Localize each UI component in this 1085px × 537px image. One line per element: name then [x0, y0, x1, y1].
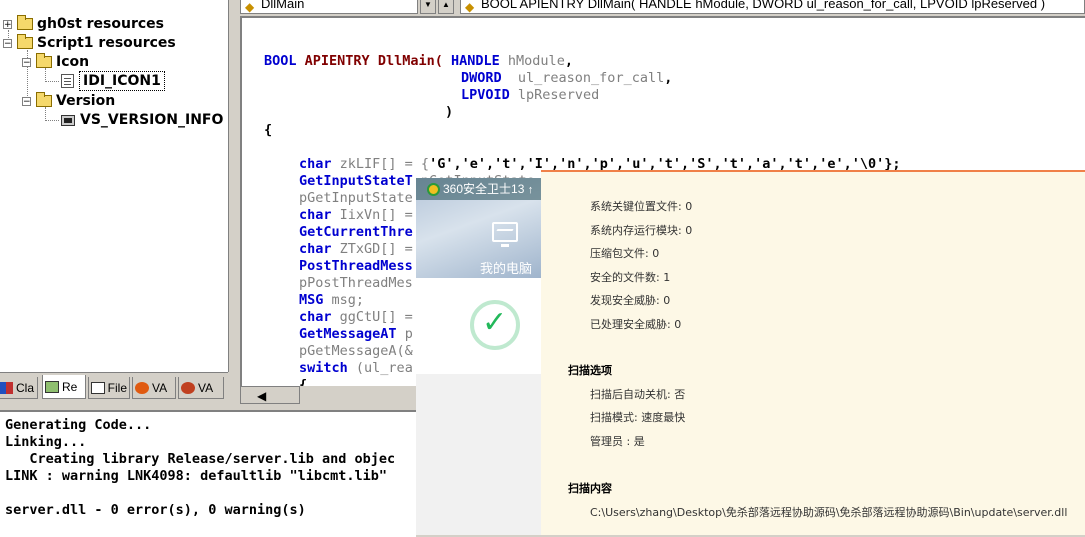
tree-item-label: gh0st resources: [37, 16, 164, 32]
open-folder-icon: [36, 53, 52, 68]
code-line: char ZTxGD[] =: [299, 241, 413, 257]
open-folder-icon: [36, 92, 52, 107]
function-icon: ◆: [465, 0, 475, 14]
code-line: switch (ul_rea: [299, 360, 413, 376]
code-line: LPVOID lpReserved: [461, 87, 600, 103]
tab-resourceview[interactable]: Re: [42, 375, 86, 399]
popup-title-bar: 360安全卫士13 ↑: [416, 178, 541, 200]
tree-item-label: IDI_ICON1: [79, 71, 165, 91]
tree-item-script1-resources[interactable]: − Script1 resources: [3, 34, 176, 52]
code-line: {: [299, 377, 308, 386]
popup-header: 360安全卫士13 ↑ 我的电脑: [416, 178, 541, 278]
resource-tree[interactable]: + gh0st resources − Script1 resources − …: [0, 0, 229, 372]
open-folder-icon: [17, 34, 33, 49]
classview-icon: [0, 381, 13, 394]
code-line: char ggCtU[] =: [299, 309, 413, 325]
output-line: Creating library Release/server.lib and …: [5, 451, 396, 467]
stat-archive-files: 压缩包文件: 0: [590, 247, 660, 260]
editor-horizontal-scrollbar[interactable]: ◀: [240, 386, 300, 404]
code-line: char IixVn[] =: [299, 207, 413, 223]
code-line: GetMessageAT p: [299, 326, 413, 342]
code-line: MSG msg;: [299, 292, 365, 308]
collapse-icon[interactable]: −: [22, 57, 31, 67]
code-line: DWORD ul_reason_for_call,: [461, 70, 673, 86]
stat-threats-handled: 已处理安全威胁: 0: [590, 318, 682, 331]
function-combo-dropdown[interactable]: ▼: [420, 0, 436, 14]
tree-item-vs-version-info[interactable]: VS_VERSION_INFO: [61, 111, 223, 129]
scan-content-heading: 扫描内容: [568, 482, 612, 495]
tab-va-view[interactable]: VA: [132, 377, 176, 399]
version-resource-icon: [61, 114, 75, 126]
option-auto-shutdown: 扫描后自动关机: 否: [590, 388, 686, 401]
editor-toolbar: ◆ DllMain ▼ ▲ ◆ BOOL APIENTRY DllMain( H…: [232, 0, 1085, 14]
upgrade-arrow-icon[interactable]: ↑: [528, 184, 534, 196]
output-line: server.dll - 0 error(s), 0 warning(s): [5, 502, 306, 518]
va-outline-icon: [181, 381, 195, 394]
tree-item-icon[interactable]: − Icon: [22, 53, 89, 71]
combo-scroll-button[interactable]: ▲: [438, 0, 454, 14]
function-combo[interactable]: ◆ DllMain: [240, 0, 418, 14]
signature-combo[interactable]: ◆ BOOL APIENTRY DllMain( HANDLE hModule,…: [460, 0, 1085, 14]
360-logo-icon: [427, 183, 440, 197]
code-line: GetCurrentThre: [299, 224, 413, 240]
scan-content-path: C:\Users\zhang\Desktop\免杀部落远程协助源码\免杀部落远程…: [590, 506, 1068, 519]
folder-icon: [17, 15, 33, 30]
option-admin: 管理员 : 是: [590, 435, 645, 448]
va-view-icon: [135, 381, 149, 394]
stat-threats-found: 发现安全威胁: 0: [590, 294, 671, 307]
stat-key-location-files: 系统关键位置文件: 0: [590, 200, 693, 213]
collapse-icon[interactable]: −: [22, 96, 31, 106]
output-line: LINK : warning LNK4098: defaultlib "libc…: [5, 468, 388, 484]
tree-item-label: Icon: [56, 54, 90, 70]
scroll-left-icon[interactable]: ◀: [257, 389, 266, 403]
code-line: {: [264, 122, 273, 138]
tab-classview[interactable]: Cla: [0, 377, 38, 399]
tree-item-version[interactable]: − Version: [22, 92, 115, 110]
fileview-icon: [91, 381, 105, 394]
code-line: pGetInputState: [299, 190, 413, 206]
stat-safe-files: 安全的文件数: 1: [590, 271, 671, 284]
popup-footer: [416, 374, 541, 535]
collapse-icon[interactable]: −: [3, 38, 12, 48]
stat-memory-modules: 系统内存运行模块: 0: [590, 224, 693, 237]
check-circle-icon: ✓: [470, 300, 520, 350]
tree-item-idi-icon1[interactable]: IDI_ICON1: [61, 71, 165, 91]
tree-item-label: VS_VERSION_INFO: [80, 112, 224, 128]
build-output-pane[interactable]: Generating Code... Linking... Creating l…: [0, 410, 416, 537]
security-popup: 360安全卫士13 ↑ 我的电脑 ✓: [416, 178, 541, 535]
tab-va-outline[interactable]: VA: [178, 377, 224, 399]
output-line: Linking...: [5, 434, 87, 450]
workspace-tabs: Cla Re File VA VA: [0, 372, 228, 403]
tab-fileview[interactable]: File: [88, 377, 130, 399]
code-line: BOOL APIENTRY DllMain( HANDLE hModule,: [264, 53, 573, 69]
tree-item-label: Script1 resources: [37, 35, 176, 51]
resourceview-icon: [45, 380, 59, 393]
tree-item-label: Version: [56, 93, 116, 109]
scan-report-panel: 系统关键位置文件: 0 系统内存运行模块: 0 压缩包文件: 0 安全的文件数:…: [541, 170, 1085, 535]
monitor-icon[interactable]: [492, 222, 518, 247]
tree-item-gh0st-resources[interactable]: + gh0st resources: [3, 15, 164, 33]
code-line: ): [445, 104, 454, 120]
expand-icon[interactable]: +: [3, 19, 12, 29]
option-scan-mode: 扫描模式: 速度最快: [590, 411, 686, 424]
code-line: PostThreadMess: [299, 258, 413, 274]
function-icon: ◆: [245, 0, 255, 14]
nav-my-computer[interactable]: 我的电脑: [480, 258, 532, 277]
output-line: Generating Code...: [5, 417, 152, 433]
resource-file-icon: [61, 74, 74, 88]
code-line: pGetMessageA(&: [299, 343, 413, 359]
code-line: pPostThreadMes: [299, 275, 413, 291]
scan-options-heading: 扫描选项: [568, 364, 612, 377]
